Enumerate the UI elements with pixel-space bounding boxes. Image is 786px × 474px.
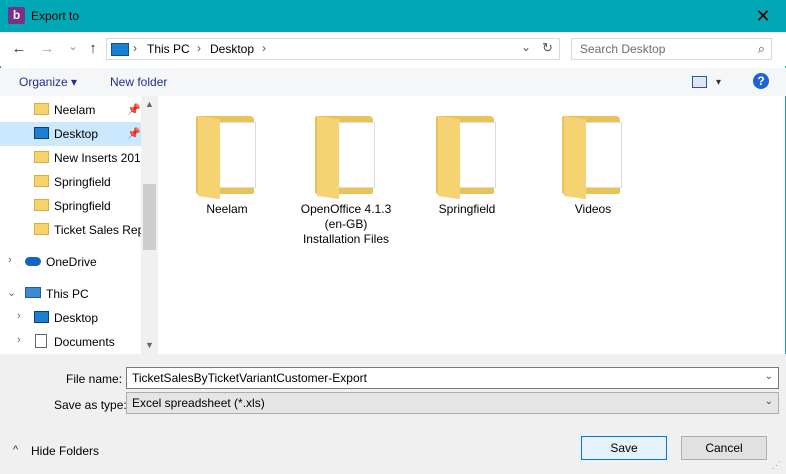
folder-icon xyxy=(562,116,624,200)
sidebar-item-documents[interactable]: › Documents xyxy=(0,330,141,354)
help-icon[interactable]: ? xyxy=(753,73,769,89)
navigation-pane: Neelam 📌 Desktop 📌 New Inserts 2017 Spri… xyxy=(0,96,158,354)
sidebar-item-pc-desktop[interactable]: › Desktop xyxy=(0,306,141,330)
sidebar-item-label: Springfield xyxy=(54,199,111,213)
folder-item-label: Videos xyxy=(574,202,612,216)
refresh-icon[interactable]: ↻ xyxy=(542,40,553,56)
folder-icon xyxy=(436,116,498,200)
back-button[interactable]: ← xyxy=(10,40,28,58)
sidebar-item-label: OneDrive xyxy=(46,255,97,269)
folder-item-label: Springfield xyxy=(438,202,496,216)
this-pc-icon xyxy=(25,287,41,298)
sidebar-item-springfield[interactable]: Springfield xyxy=(0,170,141,194)
documents-icon xyxy=(35,334,47,348)
folder-icon xyxy=(34,151,49,163)
sidebar-item-label: This PC xyxy=(46,287,89,301)
save-as-type-value[interactable]: Excel spreadsheet (*.xls) xyxy=(132,396,265,410)
folder-item-neelam[interactable]: Neelam xyxy=(172,116,282,217)
up-button[interactable]: ↑ xyxy=(84,40,102,58)
file-list-pane: Neelam OpenOffice 4.1.3 (en-GB) Installa… xyxy=(158,96,785,354)
folder-icon xyxy=(34,103,49,115)
folder-item-springfield[interactable]: Springfield xyxy=(412,116,522,217)
hide-folders-button[interactable]: Hide Folders xyxy=(31,444,99,458)
window-title: Export to xyxy=(31,9,80,23)
folder-icon xyxy=(34,199,49,211)
file-name-value[interactable]: TicketSalesByTicketVariantCustomer-Expor… xyxy=(132,371,367,385)
title-bar[interactable]: b Export to ✕ xyxy=(0,0,786,32)
pin-icon[interactable]: 📌 xyxy=(127,103,141,116)
breadcrumb-separator[interactable]: › xyxy=(133,41,137,55)
sidebar-item-label: Desktop xyxy=(54,127,99,141)
cancel-button[interactable]: Cancel xyxy=(681,436,767,460)
sidebar-item-ticket-sales[interactable]: Ticket Sales Repo xyxy=(0,218,151,242)
breadcrumb-separator[interactable]: › xyxy=(197,41,201,55)
folder-icon xyxy=(315,116,377,200)
sidebar-item-label: Desktop xyxy=(54,311,99,325)
sidebar-item-label: Documents xyxy=(54,335,115,349)
change-view-icon[interactable] xyxy=(692,76,707,88)
recent-locations-button[interactable]: ⌄ xyxy=(64,38,82,56)
address-bar[interactable]: › This PC › Desktop › ⌄ ↻ xyxy=(106,38,560,60)
file-name-field[interactable]: TicketSalesByTicketVariantCustomer-Expor… xyxy=(126,367,779,389)
save-as-type-select[interactable]: Excel spreadsheet (*.xls) ⌄ xyxy=(126,392,779,414)
save-button[interactable]: Save xyxy=(581,436,667,460)
close-button[interactable]: ✕ xyxy=(740,0,786,32)
app-icon: b xyxy=(8,7,25,24)
hide-folders-chevron-icon[interactable]: ^ xyxy=(13,444,18,456)
search-icon[interactable]: ⌕ xyxy=(758,41,765,57)
sidebar-item-label: Ticket Sales Repo xyxy=(54,223,151,237)
onedrive-icon xyxy=(25,257,41,266)
view-dropdown-icon[interactable]: ▾ xyxy=(716,77,721,88)
desktop-icon xyxy=(34,311,49,323)
search-placeholder: Search Desktop xyxy=(580,42,666,56)
sidebar-item-new-inserts[interactable]: New Inserts 2017 xyxy=(0,146,147,170)
resize-grip-icon[interactable]: ⋰ xyxy=(772,460,782,470)
search-box[interactable]: Search Desktop ⌕ xyxy=(571,38,772,60)
sidebar-item-label: Springfield xyxy=(54,175,111,189)
folder-item-openoffice[interactable]: OpenOffice 4.1.3 (en-GB) Installation Fi… xyxy=(291,116,401,247)
sidebar-item-label: New Inserts 2017 xyxy=(54,151,148,165)
folder-item-videos[interactable]: Videos xyxy=(538,116,648,217)
expand-chevron-icon[interactable]: › xyxy=(8,254,12,266)
desktop-icon xyxy=(34,127,49,139)
breadcrumb-separator[interactable]: › xyxy=(262,41,266,55)
folder-icon xyxy=(34,223,49,235)
sidebar-scrollbar[interactable]: ▲ ▼ xyxy=(141,96,158,354)
folder-icon xyxy=(196,116,258,200)
expand-chevron-icon[interactable]: › xyxy=(17,334,21,346)
sidebar-item-springfield-2[interactable]: Springfield xyxy=(0,194,141,218)
new-folder-button[interactable]: New folder xyxy=(110,75,167,89)
pin-icon[interactable]: 📌 xyxy=(127,127,141,140)
forward-button[interactable]: → xyxy=(38,40,56,58)
address-dropdown-icon[interactable]: ⌄ xyxy=(521,40,531,54)
this-pc-icon xyxy=(111,43,129,56)
sidebar-item-neelam[interactable]: Neelam 📌 xyxy=(0,98,141,122)
sidebar-item-label: Neelam xyxy=(54,103,96,117)
scroll-down-arrow-icon[interactable]: ▼ xyxy=(141,337,158,354)
chevron-down-icon[interactable]: ⌄ xyxy=(765,371,773,382)
sidebar-item-this-pc[interactable]: ⌄ This PC xyxy=(0,282,141,306)
sidebar-item-onedrive[interactable]: › OneDrive xyxy=(0,250,141,274)
folder-item-label: Neelam xyxy=(206,202,248,216)
scroll-up-arrow-icon[interactable]: ▲ xyxy=(141,96,158,113)
breadcrumb-desktop[interactable]: Desktop xyxy=(210,42,254,56)
folder-item-label: OpenOffice 4.1.3 (en-GB) Installation Fi… xyxy=(300,202,392,246)
folder-icon xyxy=(34,175,49,187)
sidebar-item-desktop[interactable]: Desktop 📌 xyxy=(0,122,141,146)
expand-chevron-icon[interactable]: › xyxy=(17,310,21,322)
file-name-label: File name: xyxy=(66,372,123,386)
collapse-chevron-icon[interactable]: ⌄ xyxy=(7,286,16,299)
organize-menu[interactable]: Organize ▾ xyxy=(19,75,77,89)
scroll-thumb[interactable] xyxy=(143,184,156,250)
save-as-type-label: Save as type: xyxy=(54,398,127,412)
breadcrumb-this-pc[interactable]: This PC xyxy=(147,42,190,56)
chevron-down-icon[interactable]: ⌄ xyxy=(765,396,773,407)
